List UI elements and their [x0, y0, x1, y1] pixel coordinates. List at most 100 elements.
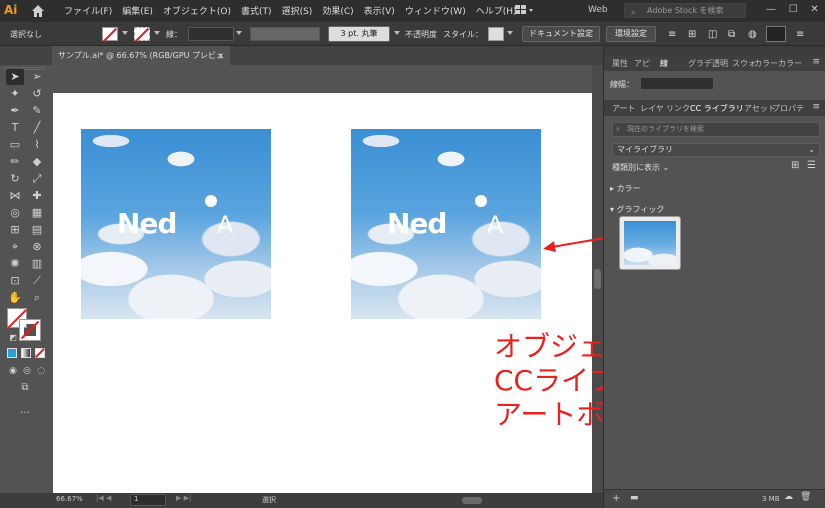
gradient-tool-icon[interactable]: ▤ — [28, 222, 46, 238]
library-search-input[interactable]: ⌕ 現在のライブラリを検索 — [612, 122, 820, 137]
graphic-style-swatch[interactable] — [488, 27, 504, 41]
stock-search-input[interactable]: ⌕ Adobe Stock を検索 — [624, 3, 746, 18]
artboard[interactable]: Ned A Ned A — [53, 93, 602, 493]
next-page-icon[interactable]: ▶ ▶| — [176, 494, 191, 502]
draw-inside-icon[interactable]: ◌ — [32, 363, 50, 379]
trash-icon[interactable]: 🗑 — [800, 492, 811, 502]
document-tab[interactable]: サンプル.ai* @ 66.67% (RGB/GPU プレビュー) × — [52, 46, 230, 79]
folder-icon[interactable]: ▬ — [630, 493, 639, 503]
tab-links[interactable]: リンク — [666, 103, 690, 114]
menu-select[interactable]: 選択(S) — [282, 4, 313, 17]
cloud-graphic-left[interactable]: Ned A — [81, 129, 271, 319]
slice-tool-icon[interactable]: ⟋ — [28, 273, 46, 289]
preferences-button[interactable]: 環境設定 — [606, 26, 656, 42]
maximize-icon[interactable]: ☐ — [789, 4, 798, 15]
arrange-icon[interactable] — [766, 26, 786, 42]
graph-tool-icon[interactable]: ▥ — [28, 256, 46, 272]
minimize-icon[interactable]: — — [766, 4, 776, 15]
variable-width-profile[interactable] — [250, 27, 320, 41]
none-mode-icon[interactable] — [35, 348, 45, 358]
magic-wand-icon[interactable]: ✦ — [6, 86, 24, 102]
tab-attributes[interactable]: 属性 — [612, 58, 628, 69]
eraser-tool-icon[interactable]: ◆ — [28, 154, 46, 170]
tab-stroke[interactable]: 線 — [660, 58, 668, 69]
puppet-warp-icon[interactable]: ✚ — [28, 188, 46, 204]
menu-object[interactable]: オブジェクト(O) — [163, 4, 231, 17]
sort-selector[interactable]: 種類別に表示 ⌄ — [612, 162, 669, 173]
menu-view[interactable]: 表示(V) — [364, 4, 395, 17]
close-window-icon[interactable]: ✕ — [810, 4, 818, 15]
rectangle-tool-icon[interactable]: ▭ — [6, 137, 24, 153]
tab-transparency[interactable]: 透明 — [712, 58, 728, 69]
shape-builder-icon[interactable]: ◎ — [6, 205, 24, 221]
artboard-tool-icon[interactable]: ⊡ — [6, 273, 24, 289]
first-page-icon[interactable]: |◀ ◀ — [96, 494, 111, 502]
section-colors[interactable]: ▸ カラー — [610, 183, 641, 194]
tab-appearance[interactable]: アピ — [634, 58, 650, 69]
tab-properties[interactable]: プロパテ — [772, 103, 804, 114]
color-mode-icon[interactable] — [7, 348, 17, 358]
tab-artboards[interactable]: アート — [612, 103, 636, 114]
recolor-icon[interactable]: ◍ — [748, 29, 757, 40]
brush-definition[interactable]: 3 pt. 丸筆 — [328, 26, 390, 42]
screen-mode-icon[interactable]: ⧉ — [16, 380, 34, 396]
menu-window[interactable]: ウィンドウ(W) — [405, 4, 466, 17]
cloud-sync-icon[interactable]: ☁ — [784, 492, 793, 502]
perspective-grid-icon[interactable]: ▦ — [28, 205, 46, 221]
tab-color-guide[interactable]: カラー — [778, 58, 802, 69]
horizontal-scrollbar-thumb[interactable] — [462, 497, 482, 504]
close-icon[interactable]: × — [217, 46, 224, 65]
menu-edit[interactable]: 編集(E) — [122, 4, 153, 17]
shaper-tool-icon[interactable]: ✏ — [6, 154, 24, 170]
document-setup-button[interactable]: ドキュメント設定 — [522, 26, 600, 42]
library-selector[interactable]: マイライブラリ ⌄ — [612, 143, 820, 157]
blend-tool-icon[interactable]: ⊗ — [28, 239, 46, 255]
home-icon[interactable] — [31, 4, 45, 18]
pen-tool-icon[interactable]: ✒ — [6, 103, 24, 119]
direct-selection-tool-icon[interactable]: ➢ — [28, 69, 46, 85]
selection-tool-icon[interactable]: ➤ — [6, 69, 24, 85]
chevron-down-icon[interactable] — [122, 31, 128, 35]
chevron-down-icon[interactable] — [236, 31, 242, 35]
paintbrush-tool-icon[interactable]: ⌇ — [28, 137, 46, 153]
add-content-icon[interactable]: + — [612, 493, 620, 504]
zoom-level[interactable]: 66.67% — [56, 495, 83, 503]
list-view-icon[interactable]: ☰ — [807, 160, 816, 171]
menu-effect[interactable]: 効果(C) — [322, 4, 353, 17]
tab-layers[interactable]: レイヤ — [640, 103, 664, 114]
pathfinder-icon[interactable]: ◫ — [708, 29, 717, 40]
chevron-down-icon[interactable] — [507, 31, 513, 35]
line-tool-icon[interactable]: ╱ — [28, 120, 46, 136]
scrollbar-thumb[interactable] — [594, 269, 601, 289]
rotate-tool-icon[interactable]: ↻ — [6, 171, 24, 187]
gradient-mode-icon[interactable] — [21, 348, 31, 358]
width-tool-icon[interactable]: ⋈ — [6, 188, 24, 204]
tab-swatches[interactable]: スウォ — [732, 58, 756, 69]
eyedropper-icon[interactable]: ⌖ — [6, 239, 24, 255]
opacity-label[interactable]: 不透明度 — [405, 29, 437, 40]
stroke-weight-input[interactable] — [640, 77, 714, 90]
workspace-switcher[interactable]: Web — [588, 5, 608, 15]
panel-dock-header[interactable] — [604, 46, 825, 55]
stroke-color-icon[interactable] — [19, 319, 41, 341]
align-icon[interactable]: ≡ — [668, 29, 676, 40]
section-graphics[interactable]: ▾ グラフィック — [610, 204, 664, 215]
default-colors-icon[interactable]: ◩ — [4, 330, 22, 346]
tab-gradient[interactable]: グラデ — [688, 58, 712, 69]
menu-help[interactable]: ヘルプ(H) — [476, 4, 517, 17]
stroke-swatch[interactable] — [134, 27, 150, 43]
library-graphic-item[interactable] — [619, 216, 681, 270]
curvature-tool-icon[interactable]: ✎ — [28, 103, 46, 119]
chevron-down-icon[interactable] — [394, 31, 400, 35]
transform-icon[interactable]: ⊞ — [688, 29, 696, 40]
tab-cc-libraries[interactable]: CC ライブラリ — [690, 103, 744, 114]
menu-file[interactable]: ファイル(F) — [64, 4, 112, 17]
arrange-documents-icon[interactable] — [514, 3, 534, 17]
fill-swatch[interactable] — [102, 27, 118, 43]
symbol-sprayer-icon[interactable]: ✺ — [6, 256, 24, 272]
edit-toolbar-icon[interactable]: … — [16, 403, 34, 419]
grid-view-icon[interactable]: ⊞ — [791, 160, 799, 171]
mesh-tool-icon[interactable]: ⊞ — [6, 222, 24, 238]
scale-tool-icon[interactable]: ⤢ — [28, 171, 46, 187]
chevron-down-icon[interactable] — [154, 31, 160, 35]
